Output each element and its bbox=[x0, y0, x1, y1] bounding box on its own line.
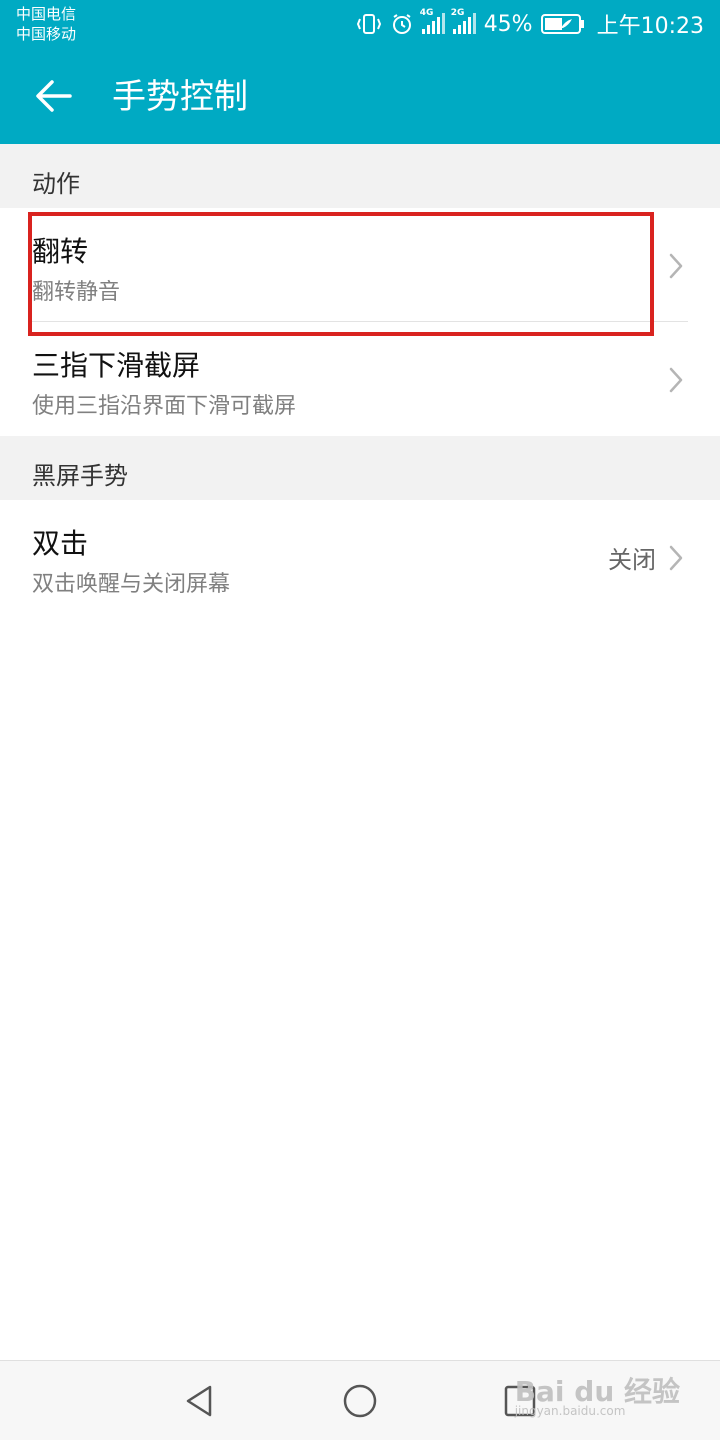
setting-item-subtitle: 使用三指沿界面下滑可截屏 bbox=[32, 394, 297, 419]
vibrate-icon bbox=[356, 14, 381, 34]
signal-1-tag: 4G bbox=[419, 8, 434, 18]
setting-item-title: 双击 bbox=[32, 527, 89, 560]
chevron-right-icon bbox=[669, 253, 683, 279]
status-time: 上午10:23 bbox=[596, 14, 704, 39]
nav-back-icon[interactable] bbox=[182, 1383, 218, 1419]
setting-item-title: 三指下滑截屏 bbox=[32, 349, 201, 382]
section-header-label: 黑屏手势 bbox=[32, 462, 128, 490]
chevron-right-icon bbox=[669, 367, 683, 393]
signal-icon: 4G bbox=[420, 8, 445, 34]
battery-icon bbox=[540, 14, 584, 34]
setting-item-double-tap[interactable]: 双击 双击唤醒与关闭屏幕 关闭 bbox=[0, 500, 720, 614]
page-title: 手势控制 bbox=[112, 77, 248, 117]
highlight-box bbox=[28, 212, 654, 336]
back-arrow-icon[interactable] bbox=[34, 76, 74, 116]
battery-percent: 45% bbox=[483, 11, 533, 37]
status-icons: 4G 2G 45% 上午10:23 bbox=[356, 8, 704, 40]
app-bar: 手势控制 bbox=[0, 48, 720, 144]
chevron-right-icon bbox=[669, 545, 683, 571]
carrier-info: 中国电信 中国移动 bbox=[16, 4, 76, 44]
signal-2-tag: 2G bbox=[450, 8, 465, 18]
section-header-actions: 动作 bbox=[0, 144, 720, 208]
nav-home-icon[interactable] bbox=[342, 1383, 378, 1419]
watermark: Bai du 经验 jingyan.baidu.com bbox=[515, 1370, 680, 1418]
setting-item-value: 关闭 bbox=[608, 546, 656, 574]
status-bar: 中国电信 中国移动 4G 2G 45% 上午10:23 bbox=[0, 0, 720, 48]
section-header-label: 动作 bbox=[32, 170, 80, 198]
setting-item-three-finger-screenshot[interactable]: 三指下滑截屏 使用三指沿界面下滑可截屏 bbox=[0, 322, 720, 436]
section-header-screen-off-gestures: 黑屏手势 bbox=[0, 436, 720, 500]
carrier-1: 中国电信 bbox=[16, 5, 77, 23]
carrier-2: 中国移动 bbox=[16, 25, 77, 43]
signal-icon: 2G bbox=[451, 8, 476, 34]
alarm-icon bbox=[392, 14, 411, 34]
setting-item-subtitle: 双击唤醒与关闭屏幕 bbox=[32, 572, 231, 597]
